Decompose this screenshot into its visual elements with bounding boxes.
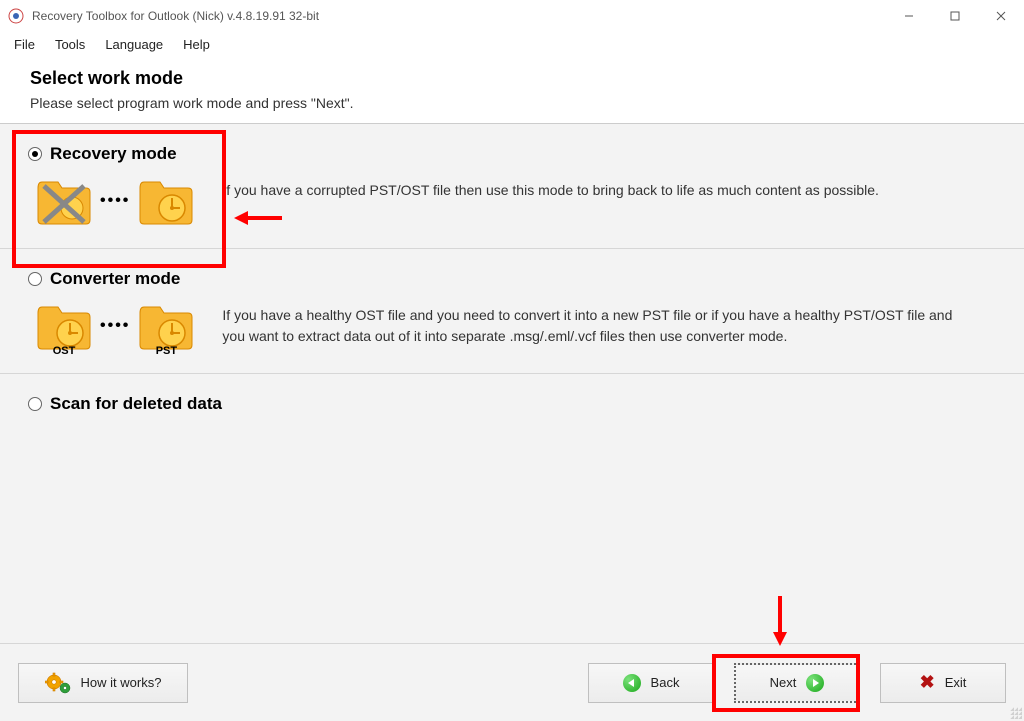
dots-icon: •••• [100, 192, 130, 210]
how-it-works-button[interactable]: How it works? [18, 663, 188, 703]
option-scan-radio-row[interactable]: Scan for deleted data [28, 394, 996, 414]
radio-scan[interactable] [28, 397, 42, 411]
arrow-left-icon [623, 674, 641, 692]
close-x-icon: ✖ [920, 672, 935, 693]
next-button[interactable]: Next [734, 663, 860, 703]
option-scan-label: Scan for deleted data [50, 394, 222, 414]
minimize-button[interactable] [886, 0, 932, 32]
close-button[interactable] [978, 0, 1024, 32]
pst-label: PST [156, 345, 177, 357]
exit-button[interactable]: ✖ Exit [880, 663, 1006, 703]
dots-icon: •••• [100, 317, 130, 335]
option-scan[interactable]: Scan for deleted data [0, 374, 1024, 444]
option-converter[interactable]: Converter mode OST •••• [0, 249, 1024, 374]
window-controls [886, 0, 1024, 32]
option-recovery-radio-row[interactable]: Recovery mode [28, 144, 996, 164]
recovered-folder-icon [136, 174, 196, 228]
option-recovery-desc: If you have a corrupted PST/OST file the… [222, 174, 879, 201]
radio-recovery[interactable] [28, 147, 42, 161]
converter-icons: OST •••• PST [34, 299, 196, 353]
menu-tools[interactable]: Tools [45, 33, 95, 56]
option-recovery[interactable]: Recovery mode •••• [0, 124, 1024, 249]
how-it-works-label: How it works? [81, 675, 162, 690]
page-title: Select work mode [30, 68, 994, 89]
recovery-icons: •••• [34, 174, 196, 228]
wizard-footer: How it works? Back Next ✖ Exit [0, 643, 1024, 721]
menu-help[interactable]: Help [173, 33, 220, 56]
maximize-button[interactable] [932, 0, 978, 32]
resize-grip[interactable] [1010, 707, 1022, 719]
page-subtitle: Please select program work mode and pres… [30, 95, 994, 111]
option-converter-desc: If you have a healthy OST file and you n… [222, 299, 962, 347]
exit-label: Exit [945, 675, 967, 690]
option-converter-label: Converter mode [50, 269, 180, 289]
back-label: Back [651, 675, 680, 690]
window-title: Recovery Toolbox for Outlook (Nick) v.4.… [32, 9, 319, 23]
wizard-header: Select work mode Please select program w… [0, 58, 1024, 124]
option-recovery-label: Recovery mode [50, 144, 177, 164]
option-converter-radio-row[interactable]: Converter mode [28, 269, 996, 289]
gears-icon [45, 672, 71, 694]
ost-label: OST [53, 345, 76, 357]
arrow-right-icon [806, 674, 824, 692]
menu-language[interactable]: Language [95, 33, 173, 56]
menubar: File Tools Language Help [0, 32, 1024, 58]
wizard-content: Recovery mode •••• [0, 124, 1024, 643]
pst-folder-icon: PST [136, 299, 196, 353]
app-icon [8, 8, 24, 24]
ost-folder-icon: OST [34, 299, 94, 353]
titlebar: Recovery Toolbox for Outlook (Nick) v.4.… [0, 0, 1024, 32]
back-button[interactable]: Back [588, 663, 714, 703]
corrupted-folder-icon [34, 174, 94, 228]
next-label: Next [770, 675, 797, 690]
menu-file[interactable]: File [4, 33, 45, 56]
radio-converter[interactable] [28, 272, 42, 286]
